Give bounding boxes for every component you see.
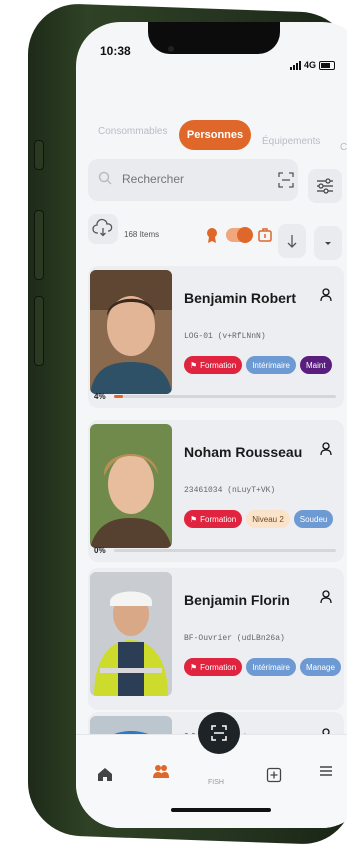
badge-icon: ⚑ (190, 360, 198, 370)
person-name: Benjamin Robert (184, 290, 297, 306)
tag-niveau[interactable]: Niveau 2 (246, 510, 290, 528)
cloud-download-icon (92, 218, 113, 237)
scan-icon (211, 725, 227, 741)
person-photo (90, 572, 172, 696)
progress-fill (114, 395, 123, 398)
person-icon[interactable] (320, 288, 332, 302)
scan-icon[interactable] (278, 172, 294, 188)
person-card[interactable]: Benjamin Florin BF-Ouvrier (udLBn26a) ⚑ F… (88, 568, 344, 710)
progress-label: 4% (94, 392, 106, 401)
person-card[interactable]: Benjamin Robert LOG-01 (v+RfLNnN) ⚑ Forma… (88, 266, 344, 408)
person-name: Noham Rousseau (184, 444, 303, 460)
items-count: 168 Items (124, 230, 160, 239)
tag-label: Formation (200, 360, 237, 370)
camera-dot (168, 46, 174, 52)
search-icon (98, 171, 112, 185)
filter-button[interactable] (308, 169, 342, 203)
tag-list: ⚑ Formation Intérimaire Maint (184, 356, 332, 374)
scan-button[interactable] (198, 712, 240, 754)
tab-consommables[interactable]: Consommables (98, 126, 167, 137)
tab-personnes[interactable]: Personnes (179, 120, 251, 150)
filter-toggle[interactable] (226, 227, 253, 243)
person-name: Benjamin Florin (184, 592, 290, 608)
person-code: LOG-01 (v+RfLNnN) (184, 332, 266, 341)
person-code: BF-Ouvrier (udLBn26a) (184, 634, 285, 643)
app-screen: 10:38 4G Consommables Personnes Équipeme… (76, 22, 347, 828)
sliders-icon (317, 178, 333, 194)
progress-bar (114, 549, 336, 552)
mute-switch (34, 140, 44, 170)
arrow-down-icon (287, 235, 297, 248)
person-photo (90, 424, 172, 548)
tag-maintenance[interactable]: Maint (299, 356, 332, 374)
chevron-down-icon (325, 242, 331, 245)
tag-formation[interactable]: ⚑ Formation (184, 510, 243, 528)
tag-list: ⚑ Formation Niveau 2 Soudeu (184, 510, 334, 528)
tag-label: Formation (200, 662, 237, 672)
search-bar (88, 159, 298, 201)
signal-icon (290, 60, 301, 70)
options-dropdown[interactable] (314, 226, 342, 260)
phone-mockup: 10:38 4G Consommables Personnes Équipeme… (0, 0, 347, 846)
badge-icon: ⚑ (190, 514, 198, 524)
status-time: 10:38 (100, 44, 131, 58)
person-card[interactable]: Noham Rousseau 23461034 (nLuyT+VK) ⚑ Form… (88, 420, 344, 562)
home-icon[interactable] (96, 765, 114, 783)
tab-c[interactable]: C (340, 142, 347, 153)
person-icon[interactable] (320, 590, 332, 604)
battery-icon (319, 60, 336, 70)
tag-formation[interactable]: ⚑ Formation (184, 658, 243, 676)
progress-bar (114, 395, 336, 398)
sync-button[interactable] (88, 214, 118, 244)
person-photo (90, 270, 172, 394)
volume-down-button (34, 296, 44, 366)
add-icon[interactable] (266, 767, 282, 783)
menu-icon[interactable] (318, 763, 334, 779)
tag-manager[interactable]: Manage (299, 658, 341, 676)
people-icon[interactable] (152, 763, 170, 781)
person-icon[interactable] (320, 442, 332, 456)
tag-label: Formation (200, 514, 237, 524)
progress-label: 0% (94, 546, 106, 555)
tab-equipements[interactable]: Équipements (262, 136, 320, 147)
tag-list: ⚑ Formation Intérimaire Manage (184, 658, 341, 676)
badge-icon: ⚑ (190, 662, 198, 672)
tag-formation[interactable]: ⚑ Formation (184, 356, 243, 374)
briefcase-icon[interactable] (258, 227, 272, 243)
sort-button[interactable] (278, 224, 306, 258)
person-code: 23461034 (nLuyT+VK) (184, 486, 276, 495)
tag-interimaire[interactable]: Intérimaire (246, 658, 296, 676)
scan-caption: FISH (208, 779, 224, 786)
status-right: 4G (290, 60, 336, 70)
badge-icon[interactable] (204, 226, 220, 244)
tag-interimaire[interactable]: Intérimaire (246, 356, 296, 374)
network-label: 4G (304, 60, 317, 70)
volume-up-button (34, 210, 44, 280)
home-indicator (171, 808, 271, 812)
search-input[interactable] (122, 169, 262, 189)
tag-soudeur[interactable]: Soudeu (293, 510, 334, 528)
